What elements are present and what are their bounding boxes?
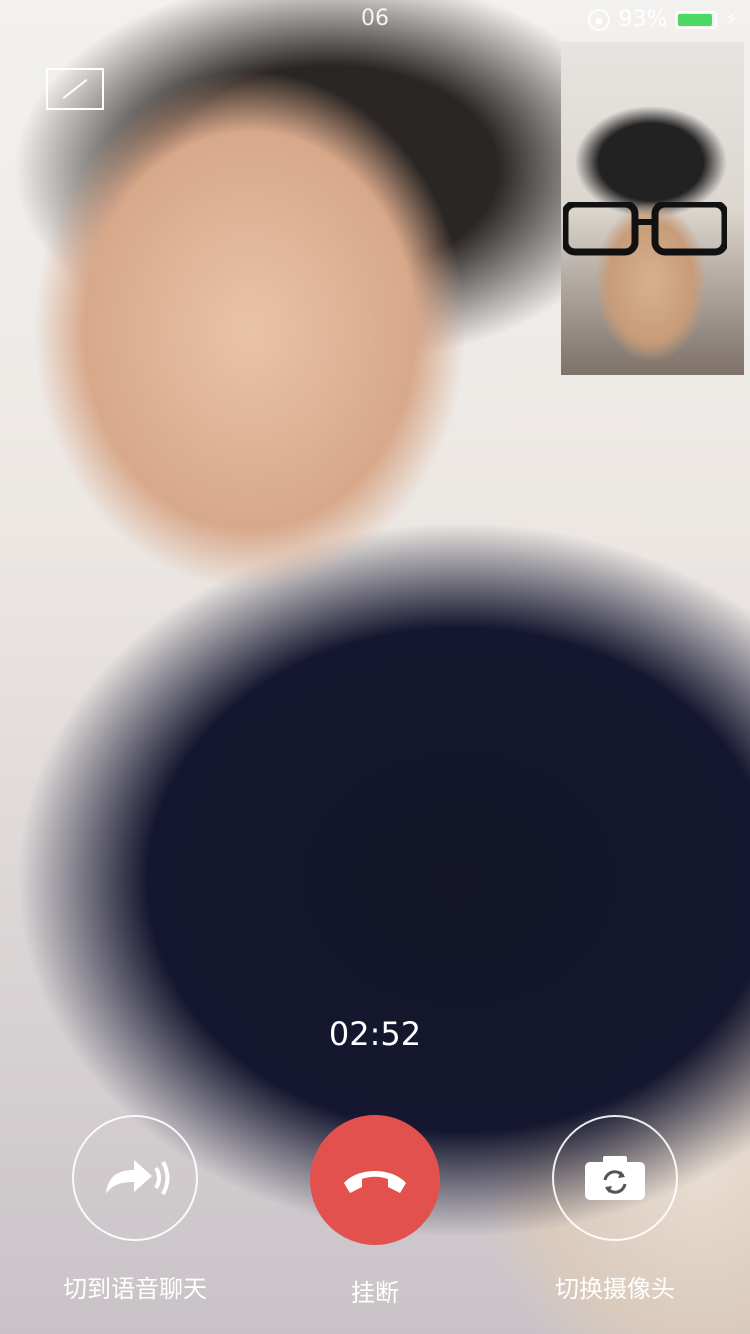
switch-camera-button[interactable] [552, 1115, 678, 1241]
switch-to-voice-control: 切到语音聊天 [35, 1115, 235, 1304]
hangup-control: 挂断 [275, 1115, 475, 1308]
battery-percent: 93% [618, 7, 668, 32]
camera-switch-icon [585, 1156, 645, 1200]
hangup-label: 挂断 [351, 1279, 399, 1307]
hangup-icon [344, 1171, 406, 1193]
charging-icon: ⚡ [725, 9, 738, 30]
minimize-button[interactable] [46, 68, 104, 110]
switch-to-voice-button[interactable] [72, 1115, 198, 1241]
rotation-lock-icon [588, 8, 611, 31]
glasses-graphic [563, 202, 727, 256]
video-call-screen: 06 93% ⚡ 02:52 切到语音聊天 挂断 切换摄像头 [0, 0, 750, 1334]
status-right: 93% ⚡ [588, 7, 738, 32]
status-bar: 06 93% ⚡ [0, 0, 750, 40]
hangup-button[interactable] [310, 1115, 440, 1245]
voice-switch-icon [106, 1160, 170, 1195]
switch-camera-control: 切换摄像头 [515, 1115, 715, 1304]
call-controls: 切到语音聊天 挂断 切换摄像头 [0, 1115, 750, 1315]
call-timer: 02:52 [328, 1015, 422, 1053]
battery-icon [675, 10, 718, 29]
self-camera-preview[interactable] [561, 42, 744, 375]
switch-camera-label: 切换摄像头 [555, 1275, 675, 1303]
switch-to-voice-label: 切到语音聊天 [63, 1275, 207, 1303]
